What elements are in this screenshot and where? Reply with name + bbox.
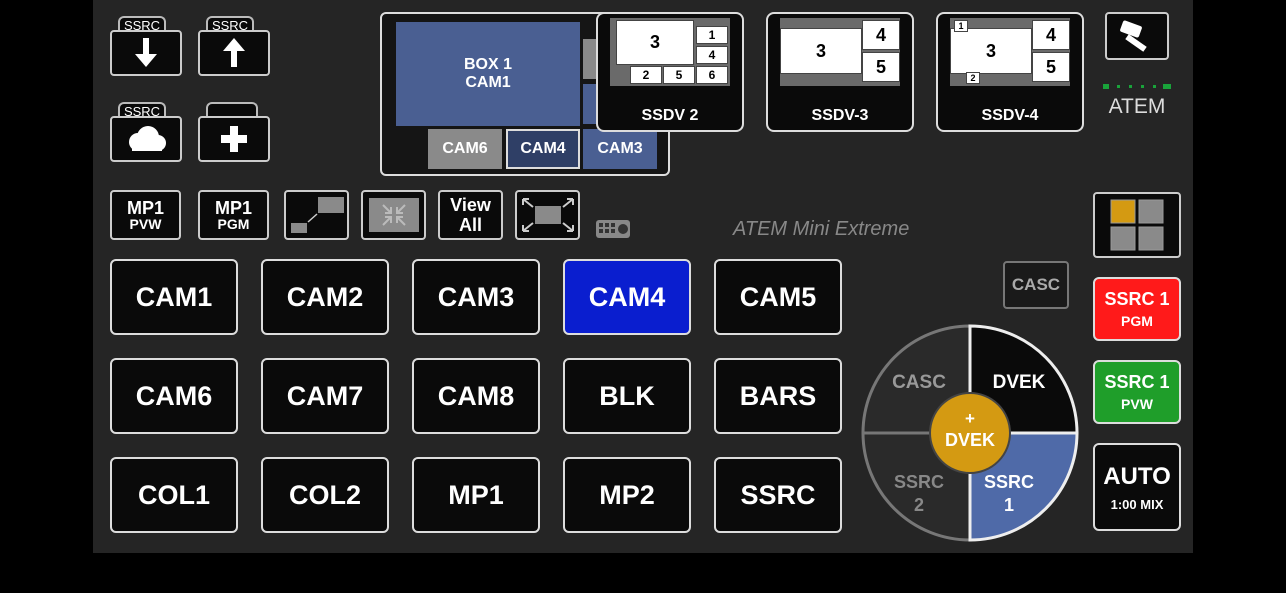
atem-connect-button[interactable] [1105,12,1169,60]
multiview-cam6[interactable]: CAM6 [428,129,502,169]
view-all-top: View [450,195,491,215]
source-button-blk[interactable]: BLK [563,358,691,434]
casc-small-button[interactable]: CASC [1003,261,1069,309]
control-panel: SSRC SSRC SSRC BOX 1 CAM1 CAM3 CAM6 CAM4… [93,0,1193,553]
expand-icon [521,198,574,232]
ssdv-2-button[interactable]: 3 1 4 2 5 6 SSDV 2 [596,12,744,132]
arrow-up-icon [223,38,245,67]
multiview-layout-button[interactable] [1093,192,1181,258]
multiview-cam3[interactable]: CAM3 [583,129,657,169]
arrow-down-icon [135,38,157,67]
dial-ssrc2-top: SSRC [894,472,944,492]
device-name: ATEM Mini Extreme [733,218,910,240]
mp1-pgm-bottom: PGM [217,215,250,232]
pip-layout-icon [290,197,344,233]
ssdv-4-label: SSDV-4 [981,107,1039,124]
mp1-pvw-bottom: PVW [129,215,162,232]
source-button-cam3[interactable]: CAM3 [412,259,540,335]
ssrc-upload-button[interactable]: SSRC [198,16,270,78]
source-button-mp2[interactable]: MP2 [563,457,691,533]
ssrc1-pgm-bottom: PGM [1121,313,1153,329]
ssdv-3-label: SSDV-3 [811,107,869,124]
source-button-cam8[interactable]: CAM8 [412,358,540,434]
atem-device-icon [596,220,630,238]
grid-layout-icon [1110,199,1164,251]
ssdv-2-layout: 3 1 4 2 5 6 [610,18,730,86]
cloud-icon [129,126,166,151]
source-button-cam7[interactable]: CAM7 [261,358,389,434]
shrink-icon [368,198,419,232]
multiview-cam4[interactable]: CAM4 [506,129,580,169]
source-button-cam1[interactable]: CAM1 [110,259,238,335]
atem-label: ATEM [1108,95,1166,118]
source-button-cam5[interactable]: CAM5 [714,259,842,335]
pip-button[interactable] [284,190,349,240]
auto-duration-label: 1:00 MIX [1110,496,1164,512]
dial-center-top: + [965,409,975,428]
source-button-col1[interactable]: COL1 [110,457,238,533]
dial-center-bottom: DVEK [945,430,995,450]
ssrc1-pgm-top: SSRC 1 [1104,289,1170,309]
dial-dvek-label: DVEK [993,372,1046,393]
source-button-cam2[interactable]: CAM2 [261,259,389,335]
key-dial[interactable]: CASC DVEK SSRC 2 SSRC 1 + DVEK [859,322,1081,544]
shrink-button[interactable] [361,190,426,240]
hammer-icon [1120,20,1147,52]
ssdv-2-label: SSDV 2 [641,107,699,124]
ssrc1-pgm-button[interactable]: SSRC 1 PGM [1093,277,1181,341]
mp1-pgm-top: MP1 [214,197,252,218]
ssrc-cloud-button[interactable]: SSRC [110,102,182,164]
dial-ssrc1-bottom: 1 [1004,495,1014,515]
mp1-pgm-button[interactable]: MP1 PGM [198,190,269,240]
ssdv-4-layout: 3 4 5 1 2 [950,18,1070,86]
source-button-col2[interactable]: COL2 [261,457,389,533]
dial-ssrc2-bottom: 2 [914,495,924,515]
ssrc1-pvw-button[interactable]: SSRC 1 PVW [1093,360,1181,424]
source-button-cam4[interactable]: CAM4 [563,259,691,335]
auto-label: AUTO [1103,462,1171,490]
ssdv-4-button[interactable]: 3 4 5 1 2 SSDV-4 [936,12,1084,132]
new-folder-button[interactable] [198,102,270,164]
ssrc1-pvw-top: SSRC 1 [1104,372,1170,392]
expand-button[interactable] [515,190,580,240]
ssdv-3-button[interactable]: 3 4 5 SSDV-3 [766,12,914,132]
multiview-box1[interactable]: BOX 1 CAM1 [396,22,580,126]
source-button-bars[interactable]: BARS [714,358,842,434]
ssrc1-pvw-bottom: PVW [1121,396,1153,412]
view-all-button[interactable]: View All [438,190,503,240]
mp1-pvw-button[interactable]: MP1 PVW [110,190,181,240]
plus-icon [221,126,247,152]
box1-source: CAM1 [465,74,511,91]
tally-indicator-icon [1103,84,1171,89]
auto-transition-button[interactable]: AUTO 1:00 MIX [1093,443,1181,531]
box1-label: BOX 1 [463,56,512,73]
source-button-mp1[interactable]: MP1 [412,457,540,533]
dial-casc-label: CASC [892,372,946,393]
source-button-ssrc[interactable]: SSRC [714,457,842,533]
mp1-pvw-top: MP1 [126,197,164,218]
dial-ssrc1-top: SSRC [984,472,1034,492]
ssdv-3-layout: 3 4 5 [780,18,900,86]
view-all-bottom: All [458,215,482,235]
ssrc-download-button[interactable]: SSRC [110,16,182,78]
source-button-cam6[interactable]: CAM6 [110,358,238,434]
